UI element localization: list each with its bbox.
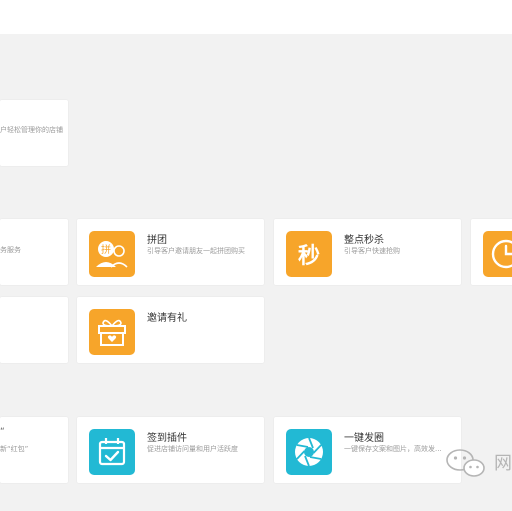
- plugin-desc: 引导客户邀请朋友一起拼团购买: [147, 247, 245, 255]
- plugin-card-invite-gift[interactable]: 邀请有礼: [77, 297, 264, 363]
- plugin-card-checkin[interactable]: 签到插件 促进店铺访问量和用户活跃度: [77, 417, 264, 483]
- plugin-desc: 务服务: [0, 246, 21, 254]
- plugin-desc: 促进店铺访问量和用户活跃度: [147, 445, 238, 453]
- watermark-text: 网: [494, 453, 512, 474]
- aperture-icon: [286, 429, 332, 475]
- plugin-title: 邀请有礼: [147, 313, 187, 324]
- plugin-card-group-buy[interactable]: 拼 拼团 引导客户邀请朋友一起拼团购买: [77, 219, 264, 285]
- plugin-desc: 新“红包”: [0, 445, 29, 453]
- pintuan-icon-label: 拼: [101, 243, 111, 256]
- calendar-check-icon: [89, 429, 135, 475]
- shop-intro-card[interactable]: 户轻松管理你的店铺: [0, 100, 68, 166]
- plugin-card-left-row2[interactable]: [0, 297, 68, 363]
- plugin-title: 整点秒杀: [344, 235, 384, 246]
- plugin-card-left-row1[interactable]: 务服务: [0, 219, 68, 285]
- plugin-card-timer[interactable]: [471, 219, 512, 285]
- plugin-card-left-row3[interactable]: “ 新“红包”: [0, 417, 68, 483]
- top-bar: [0, 0, 512, 34]
- plugin-desc: 引导客户快速抢购: [344, 247, 400, 255]
- plugin-card-one-click-post[interactable]: 一键发圈 一键保存文案和图片，高效发...: [274, 417, 461, 483]
- plugin-title: 一键发圈: [344, 433, 384, 444]
- gift-icon: [89, 309, 135, 355]
- plugin-title: “: [0, 427, 5, 437]
- seckill-icon-label: 秒: [297, 243, 320, 269]
- plugin-title: 签到插件: [147, 433, 187, 444]
- plugin-title: 拼团: [147, 235, 167, 246]
- shop-intro-desc: 户轻松管理你的店铺: [0, 126, 63, 134]
- clock-icon: [483, 231, 512, 277]
- seckill-icon: 秒: [286, 231, 332, 277]
- plugin-card-flash-sale[interactable]: 秒 整点秒杀 引导客户快速抢购: [274, 219, 461, 285]
- pintuan-icon: 拼: [89, 231, 135, 277]
